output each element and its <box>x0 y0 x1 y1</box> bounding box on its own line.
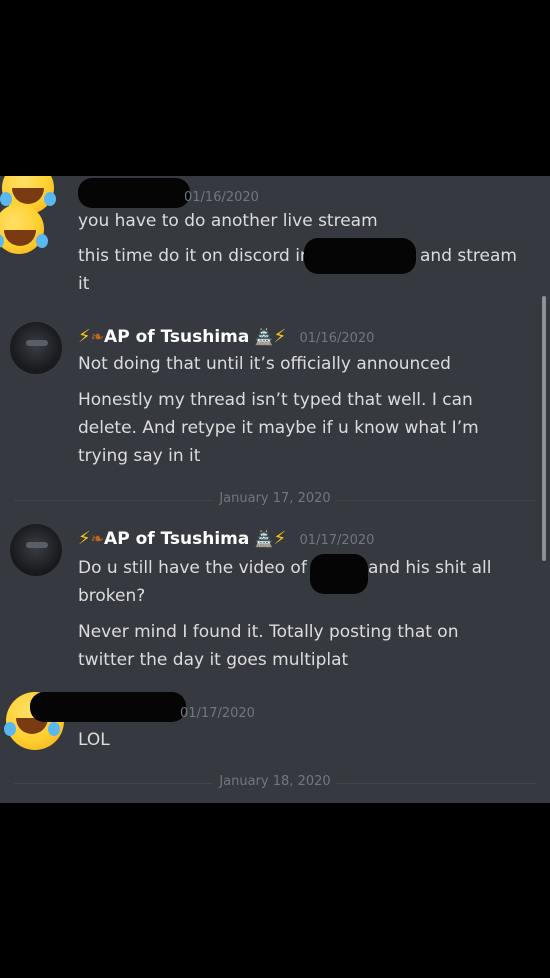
user-avatar[interactable] <box>10 322 62 374</box>
lightning-icon: ⚡ <box>273 528 287 549</box>
message-text: Never mind I found it. Totally posting t… <box>78 622 459 642</box>
castle-icon: 🏯 <box>254 328 274 346</box>
castle-icon: 🏯 <box>254 530 274 548</box>
redacted-username <box>30 692 186 722</box>
redacted-username <box>78 178 190 208</box>
user-avatar[interactable] <box>10 524 62 576</box>
message-text: Not doing that until it’s officially ann… <box>78 354 451 374</box>
message-text: you have to do another live stream <box>78 211 378 231</box>
message-text: Honestly my thread isn’t typed that well… <box>78 390 473 410</box>
redacted-text <box>310 554 368 594</box>
lightning-icon: ⚡ <box>78 326 91 347</box>
lightning-icon: ⚡ <box>78 528 91 549</box>
lightning-icon: ⚡ <box>273 326 287 347</box>
username[interactable]: AP of Tsushima <box>104 529 249 549</box>
message-text: trying say in it <box>78 446 201 466</box>
date-divider-label: January 17, 2020 <box>213 491 337 506</box>
timestamp: 01/16/2020 <box>184 190 259 205</box>
scrollbar[interactable] <box>542 296 546 561</box>
date-divider: January 17, 2020 <box>14 491 536 506</box>
laughing-emoji-avatar-2 <box>0 204 44 254</box>
date-divider-label: January 18, 2020 <box>213 774 337 789</box>
message-text: broken? <box>78 586 146 606</box>
chat-panel: 01/16/2020 you have to do another live s… <box>0 176 550 803</box>
message-header: ⚡❧AP of Tsushima 🏯⚡ 01/17/2020 <box>78 528 374 549</box>
message-header: 01/16/2020 <box>176 186 259 206</box>
timestamp: 01/17/2020 <box>299 533 375 548</box>
leaf-icon: ❧ <box>90 529 105 548</box>
leaf-icon: ❧ <box>90 327 105 346</box>
message-header: ⚡❧AP of Tsushima 🏯⚡ 01/16/2020 <box>78 326 374 347</box>
message-header: 01/17/2020 <box>172 702 255 722</box>
message-text: it <box>78 274 90 294</box>
message-text: and stream <box>420 246 517 266</box>
message-text: and his shit all <box>368 558 492 578</box>
message-text: Do u still have the video of <box>78 558 307 578</box>
redacted-text <box>304 238 416 274</box>
timestamp: 01/17/2020 <box>180 706 255 721</box>
username[interactable]: AP of Tsushima <box>104 327 249 347</box>
message-text: delete. And retype it maybe if u know wh… <box>78 418 479 438</box>
date-divider: January 18, 2020 <box>14 774 536 789</box>
message-text: LOL <box>78 730 110 750</box>
message-text: twitter the day it goes multiplat <box>78 650 349 670</box>
message-text: this time do it on discord in <box>78 246 311 266</box>
timestamp: 01/16/2020 <box>299 331 375 346</box>
